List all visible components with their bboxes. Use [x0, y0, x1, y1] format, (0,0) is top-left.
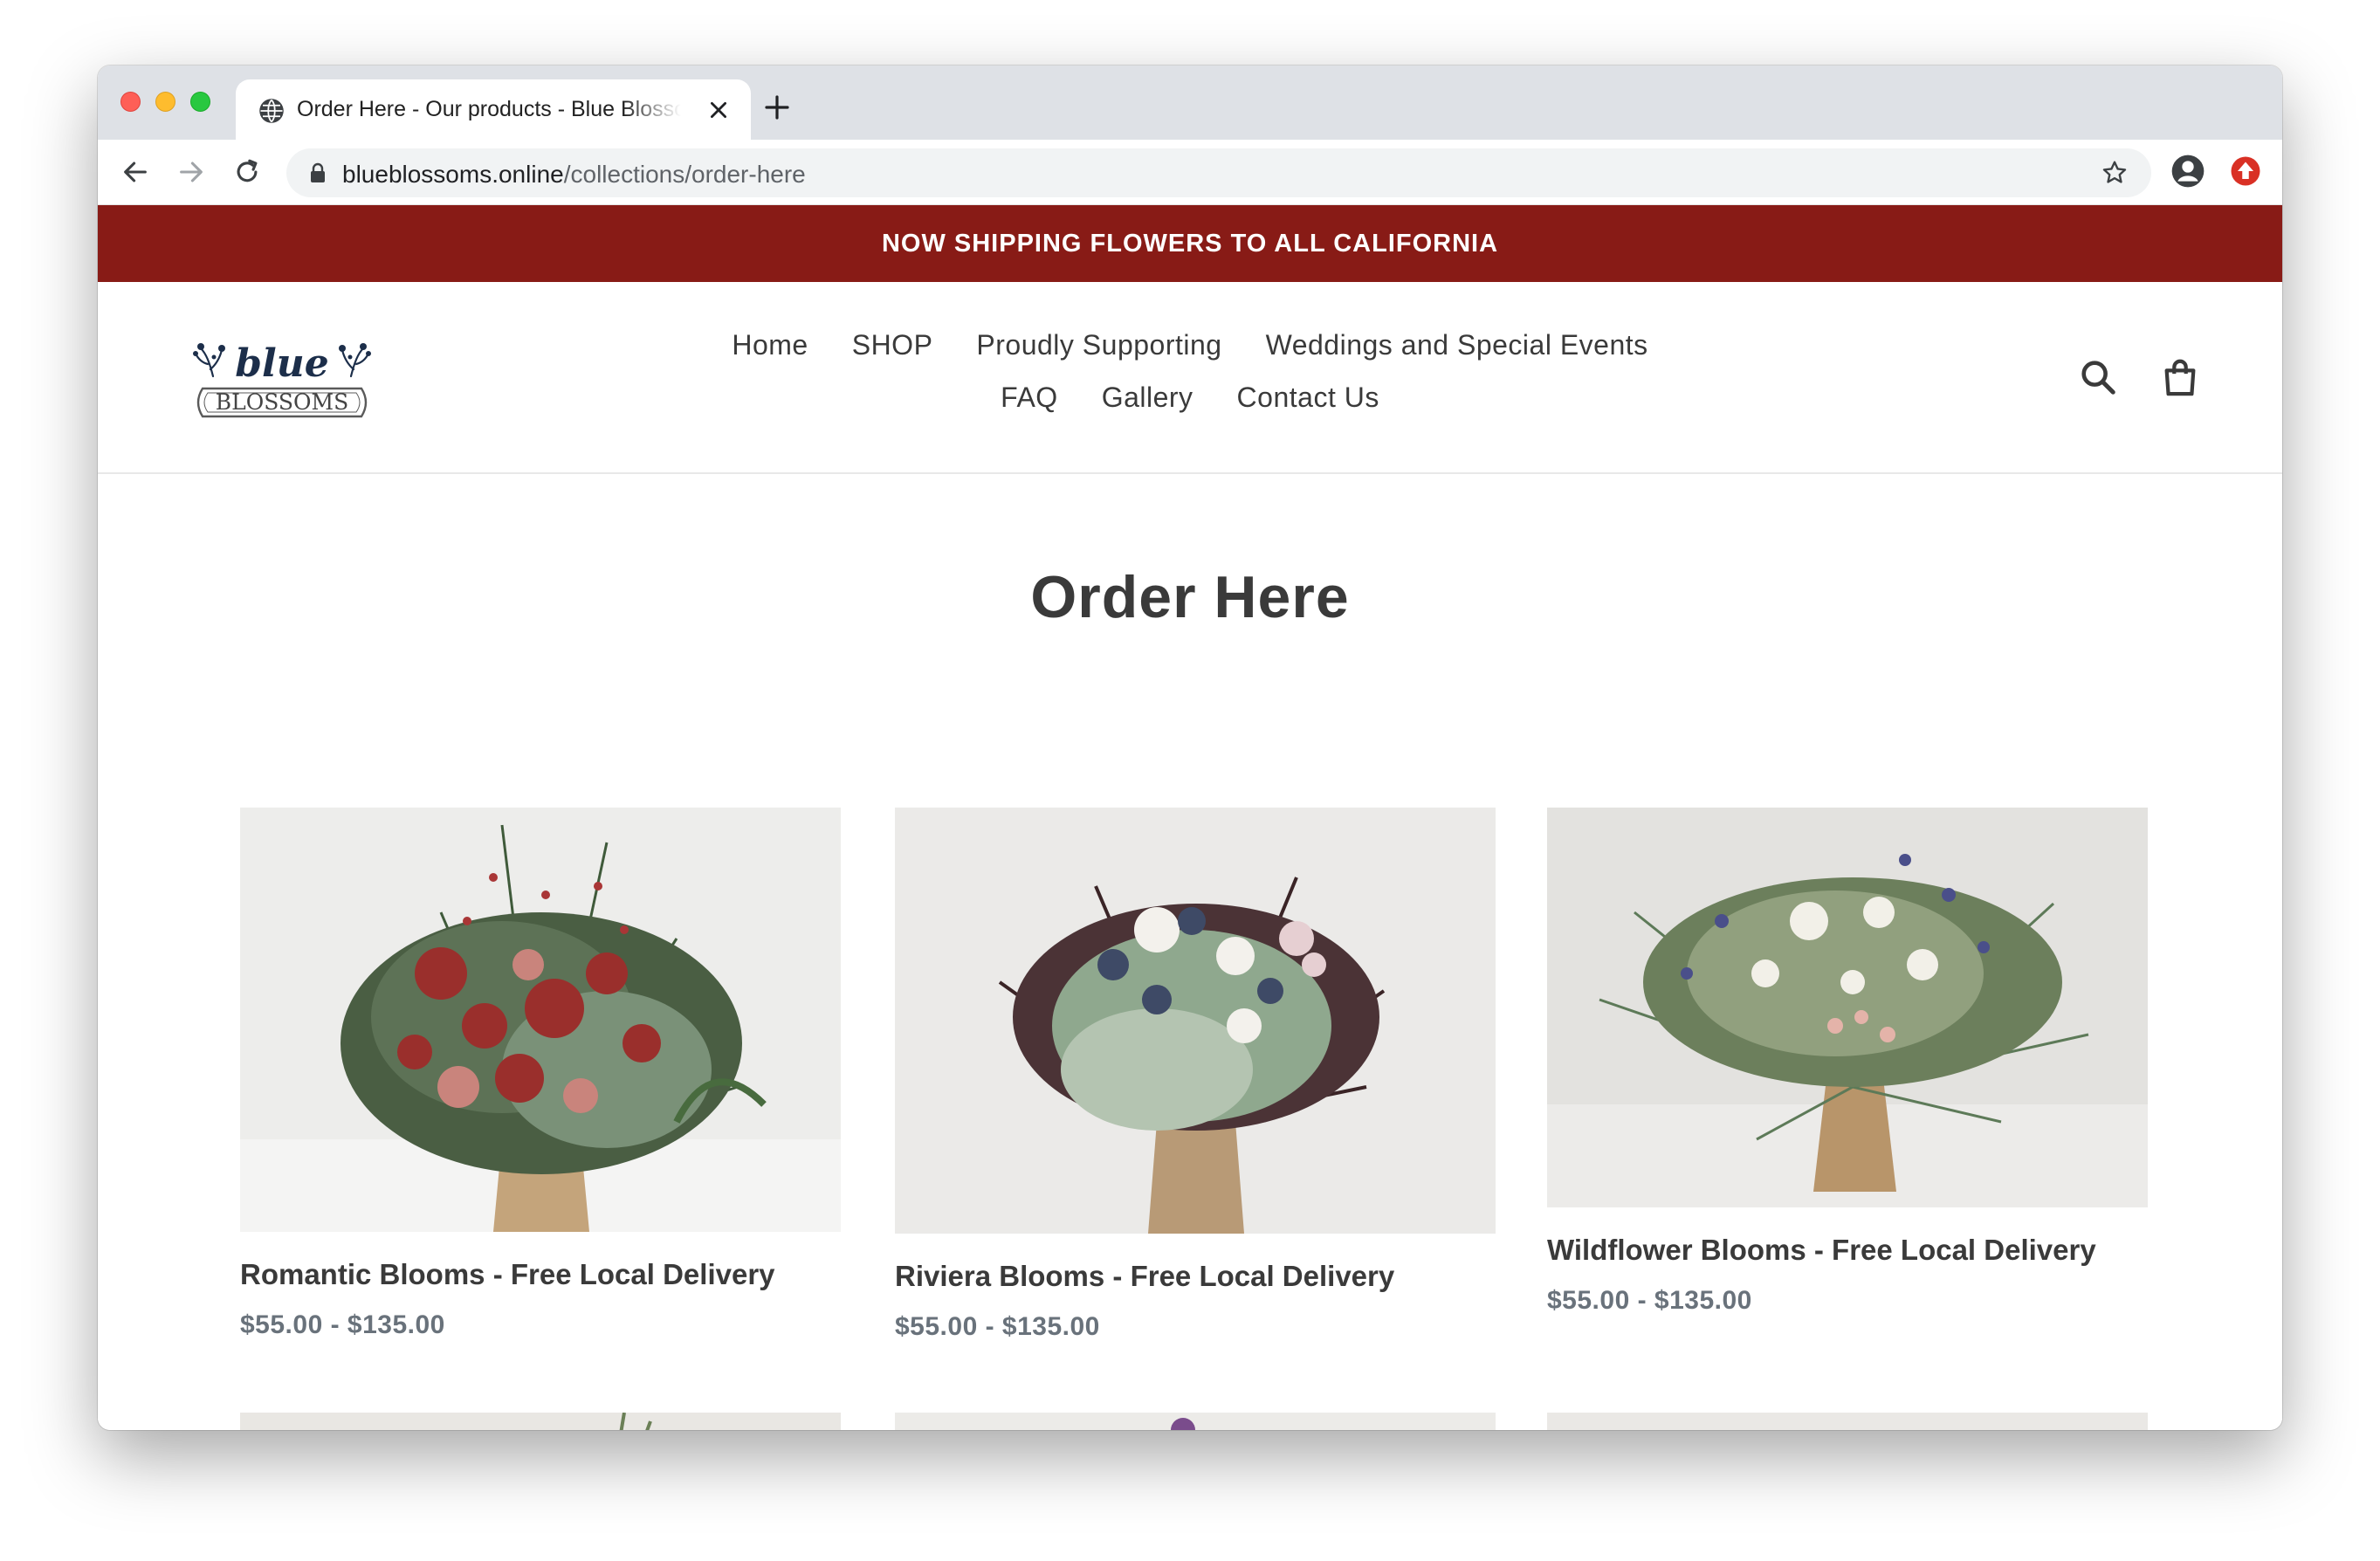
- cart-bag-icon[interactable]: [2160, 357, 2200, 397]
- product-card[interactable]: Wildflower Blooms - Free Local Delivery …: [1547, 808, 2148, 1316]
- tab-title: Order Here - Our products - Blue Blossom…: [297, 97, 681, 121]
- page-title: Order Here: [1030, 564, 1350, 630]
- extension-icon[interactable]: [2230, 155, 2261, 187]
- product-card[interactable]: [1547, 1413, 2148, 1430]
- product-card[interactable]: [240, 1413, 841, 1430]
- nav-contact[interactable]: Contact Us: [1237, 382, 1379, 414]
- product-price: $55.00 - $135.00: [1547, 1286, 1752, 1315]
- product-price: $55.00 - $135.00: [240, 1310, 445, 1339]
- product-card[interactable]: Romantic Blooms - Free Local Delivery $5…: [240, 808, 841, 1340]
- product-image-wildflower[interactable]: [1547, 808, 2148, 1207]
- product-image-romantic[interactable]: [240, 808, 841, 1232]
- product-title[interactable]: Wildflower Blooms - Free Local Delivery: [1547, 1234, 2148, 1267]
- reload-icon[interactable]: [232, 157, 262, 187]
- nav-gallery[interactable]: Gallery: [1102, 382, 1193, 414]
- minimize-window-button[interactable]: [155, 92, 175, 112]
- close-window-button[interactable]: [120, 92, 141, 112]
- url-path: /collections/order-here: [563, 161, 806, 188]
- nav-weddings[interactable]: Weddings and Special Events: [1266, 329, 1648, 361]
- product-price: $55.00 - $135.00: [895, 1312, 1100, 1341]
- close-tab-icon[interactable]: [707, 99, 730, 121]
- browser-toolbar: blueblossoms.online/collections/order-he…: [98, 140, 2282, 205]
- back-icon[interactable]: [120, 157, 150, 187]
- forward-icon[interactable]: [176, 157, 206, 187]
- bookmark-star-icon[interactable]: [2101, 159, 2129, 187]
- nav-proudly-supporting[interactable]: Proudly Supporting: [976, 329, 1221, 361]
- active-tab[interactable]: Order Here - Our products - Blue Blossom…: [236, 79, 751, 140]
- lock-icon[interactable]: [309, 162, 327, 183]
- profile-icon[interactable]: [2170, 154, 2205, 189]
- product-title[interactable]: Romantic Blooms - Free Local Delivery: [240, 1258, 841, 1291]
- tab-strip: Order Here - Our products - Blue Blossom…: [98, 65, 2282, 140]
- url-text[interactable]: blueblossoms.online/collections/order-he…: [342, 161, 806, 189]
- product-image-riviera[interactable]: [895, 808, 1496, 1234]
- search-icon[interactable]: [2078, 357, 2118, 397]
- web-page: NOW SHIPPING FLOWERS TO ALL CALIFORNIA b…: [98, 205, 2282, 1430]
- product-image[interactable]: [240, 1413, 841, 1430]
- address-bar[interactable]: blueblossoms.online/collections/order-he…: [286, 148, 2151, 197]
- url-host: blueblossoms.online: [342, 161, 564, 188]
- product-title[interactable]: Riviera Blooms - Free Local Delivery: [895, 1260, 1496, 1293]
- new-tab-icon[interactable]: [763, 93, 791, 121]
- nav-home[interactable]: Home: [732, 329, 808, 361]
- maximize-window-button[interactable]: [190, 92, 210, 112]
- product-card[interactable]: [895, 1413, 1496, 1430]
- browser-window: Order Here - Our products - Blue Blossom…: [98, 65, 2282, 1430]
- nav-shop[interactable]: SHOP: [852, 329, 933, 361]
- product-image[interactable]: [895, 1413, 1496, 1430]
- product-card[interactable]: Riviera Blooms - Free Local Delivery $55…: [895, 808, 1496, 1342]
- nav-faq[interactable]: FAQ: [1001, 382, 1058, 414]
- main-nav-row-2: FAQ Gallery Contact Us: [98, 382, 2282, 414]
- product-image[interactable]: [1547, 1413, 2148, 1430]
- globe-icon: [259, 99, 284, 123]
- announcement-bar[interactable]: NOW SHIPPING FLOWERS TO ALL CALIFORNIA: [98, 205, 2282, 282]
- main-nav-row-1: Home SHOP Proudly Supporting Weddings an…: [98, 329, 2282, 361]
- site-header: blue BLOSSOMS Home SHOP Proudly Supporti…: [98, 282, 2282, 474]
